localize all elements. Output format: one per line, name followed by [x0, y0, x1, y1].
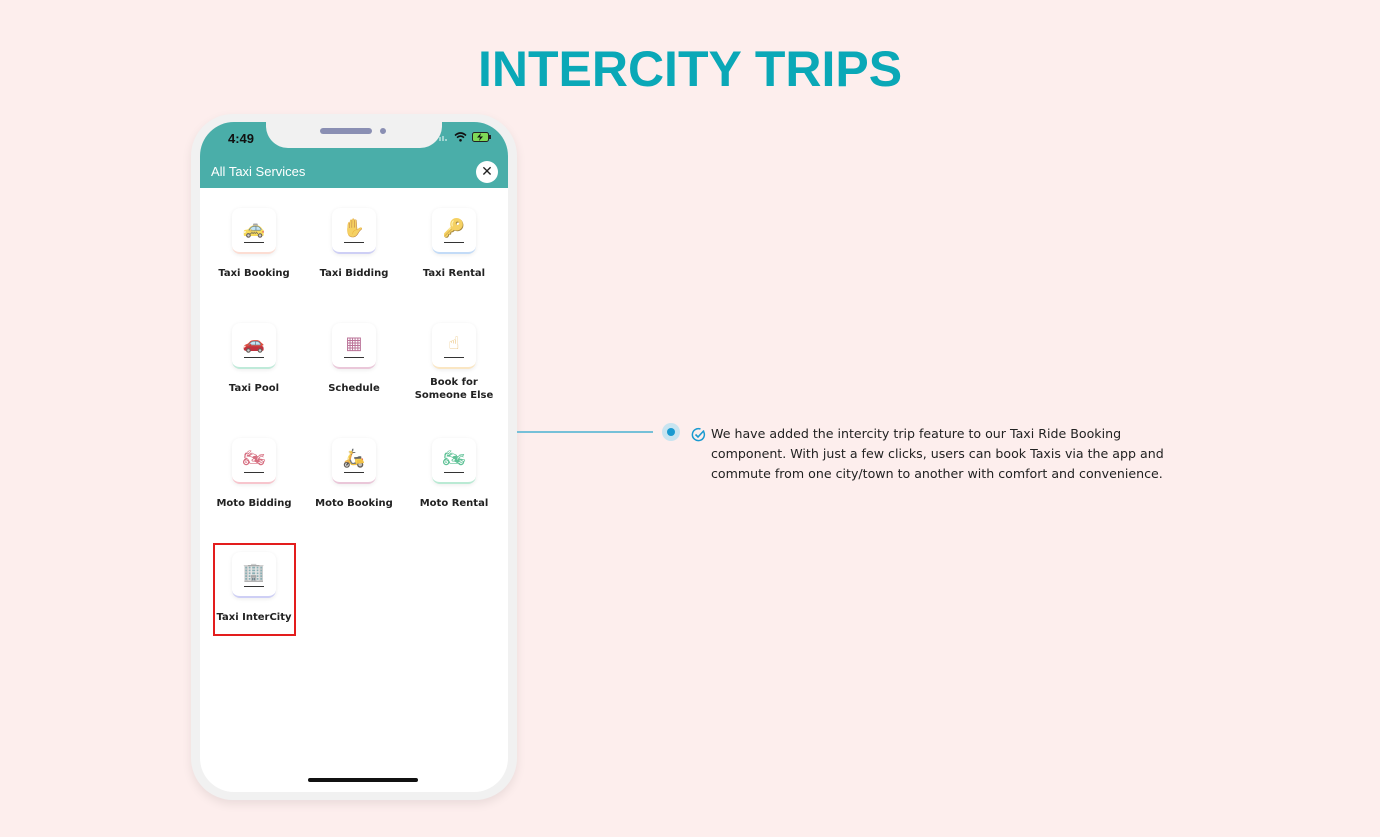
service-tile[interactable]: ✋ Taxi Bidding: [304, 208, 404, 280]
service-tile[interactable]: 🏍 Moto Bidding: [204, 438, 304, 510]
icon-baseline: [344, 357, 364, 358]
icon-baseline: [244, 472, 264, 473]
service-label: Taxi Booking: [218, 268, 290, 279]
close-button[interactable]: ✕: [476, 161, 498, 183]
motorbike-bid-icon: 🏍: [242, 447, 266, 469]
service-label: Moto Rental: [419, 498, 489, 509]
connector-dot-center: [667, 428, 675, 436]
connector-dot: [662, 423, 680, 441]
icon-baseline: [344, 242, 364, 243]
close-icon: ✕: [481, 164, 493, 180]
icon-baseline: [244, 242, 264, 243]
header-title: All Taxi Services: [211, 164, 306, 179]
icon-baseline: [444, 472, 464, 473]
service-label: Taxi Rental: [422, 268, 486, 279]
signal-icon: [439, 136, 447, 141]
service-tile[interactable]: ☝ Book for Someone Else: [404, 323, 504, 402]
service-label: Book for Someone Else: [404, 376, 504, 402]
check-circle-icon: [691, 427, 706, 442]
taxi-pool-icon: 🚗: [242, 332, 266, 354]
service-icon-box: 🚕: [232, 208, 276, 254]
highlight-box: [213, 543, 296, 636]
service-icon-box: 🚗: [232, 323, 276, 369]
service-icon-box: 🏍: [432, 438, 476, 484]
service-label: Taxi Bidding: [319, 268, 389, 279]
service-label: Moto Booking: [315, 498, 393, 509]
service-icon-box: ✋: [332, 208, 376, 254]
page-title: INTERCITY TRIPS: [477, 41, 903, 97]
service-tile[interactable]: 🛵 Moto Booking: [304, 438, 404, 510]
wifi-icon: [454, 132, 467, 142]
taxi-icon: 🚕: [242, 217, 266, 239]
status-time: 4:49: [228, 131, 255, 146]
service-icon-box: 🔑: [432, 208, 476, 254]
service-icon-box: 🏍: [232, 438, 276, 484]
icon-baseline: [444, 357, 464, 358]
service-label: Schedule: [328, 383, 380, 394]
service-label-line: Someone Else: [414, 390, 494, 401]
speaker-icon: [320, 128, 372, 134]
service-label-line: Book for: [430, 377, 478, 388]
bid-hand-icon: ✋: [342, 217, 366, 239]
service-icon-box: 🛵: [332, 438, 376, 484]
service-label: Moto Bidding: [216, 498, 292, 509]
service-tile[interactable]: 🚕 Taxi Booking: [204, 208, 304, 280]
app-header: 4:49 All Taxi Services ✕: [200, 122, 508, 188]
service-icon-box: ☝: [432, 323, 476, 369]
service-tile[interactable]: 🚗 Taxi Pool: [204, 323, 304, 395]
icon-baseline: [344, 472, 364, 473]
service-tile[interactable]: 🔑 Taxi Rental: [404, 208, 504, 280]
icon-baseline: [444, 242, 464, 243]
phone-mockup: 4:49 All Taxi Services ✕ 🚕 Taxi Booking ✋ T…: [191, 114, 517, 800]
feature-description: We have added the intercity trip feature…: [711, 426, 1164, 481]
connector-line: [517, 431, 653, 433]
car-key-hand-icon: 🔑: [442, 217, 466, 239]
camera-icon: [380, 128, 386, 134]
phone-notch: [266, 122, 442, 148]
service-tile[interactable]: 🏍 Moto Rental: [404, 438, 504, 510]
home-indicator: [308, 778, 418, 782]
hand-tap-icon: ☝: [448, 332, 460, 354]
service-icon-box: ▦: [332, 323, 376, 369]
battery-charging-icon: [472, 132, 491, 142]
icon-baseline: [244, 357, 264, 358]
calendar-icon: ▦: [345, 332, 363, 354]
motorbike-hand-icon: 🏍: [442, 447, 466, 469]
service-label: Taxi Pool: [228, 383, 280, 394]
status-icons: [439, 132, 492, 142]
phone-screen: 4:49 All Taxi Services ✕ 🚕 Taxi Booking ✋ T…: [200, 122, 508, 792]
service-tile[interactable]: ▦ Schedule: [304, 323, 404, 395]
scooter-icon: 🛵: [342, 447, 366, 469]
